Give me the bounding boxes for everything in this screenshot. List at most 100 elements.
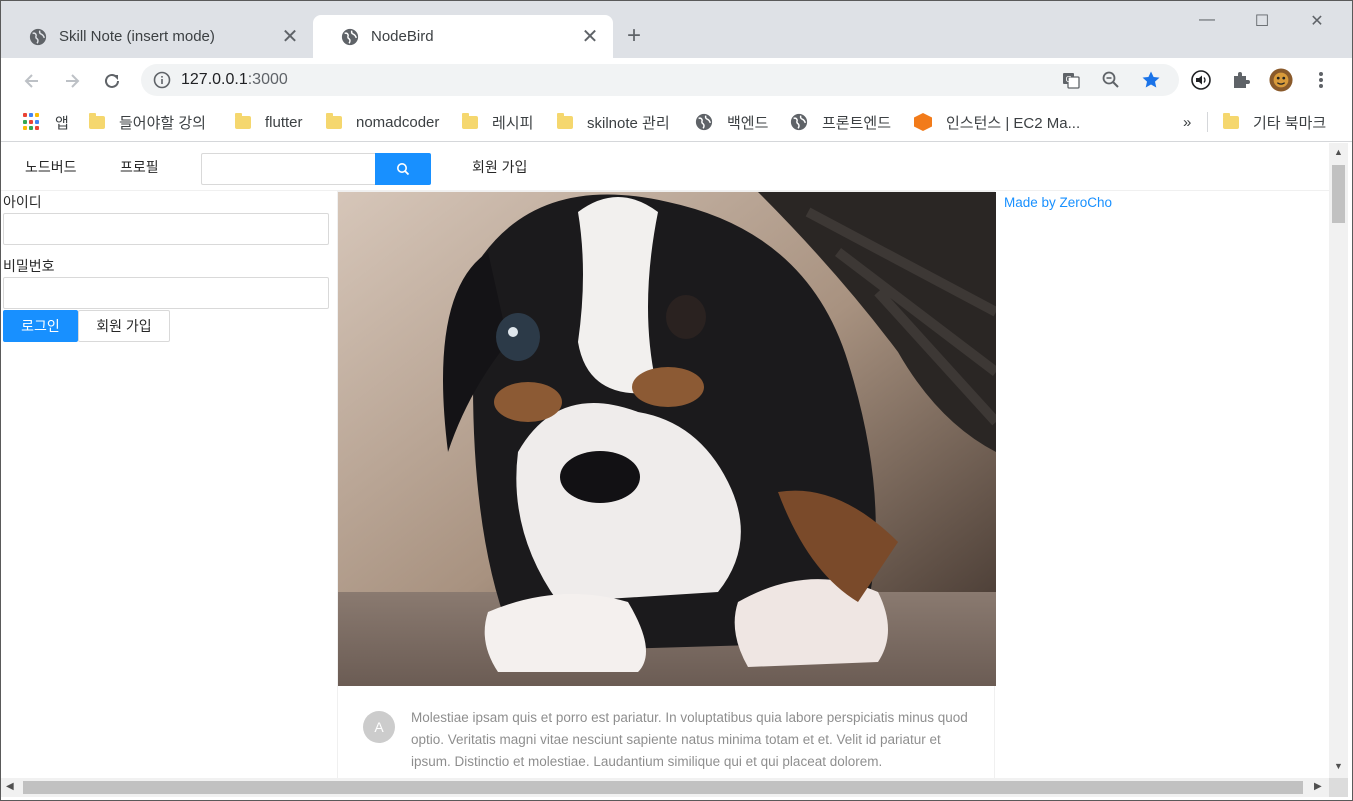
bookmark-link[interactable]: 백엔드: [695, 111, 768, 133]
forward-button[interactable]: [57, 66, 87, 96]
page-viewport: 노드버드 프로필 회원 가입 아이디 비밀번호 로그인 회원 가입 A Mole…: [1, 143, 1329, 778]
bookmarks-overflow-button[interactable]: »: [1183, 111, 1191, 133]
scroll-left-icon[interactable]: ◀: [6, 781, 14, 792]
tab-skill-note[interactable]: Skill Note (insert mode) ✕: [1, 15, 313, 58]
reload-button[interactable]: [97, 66, 127, 96]
audio-icon: [1191, 70, 1211, 90]
bookmarks-bar: 앱 들어야할 강의 flutter nomadcoder 레시피 skilnot…: [1, 102, 1352, 142]
password-label: 비밀번호: [3, 258, 55, 274]
bookmark-folder[interactable]: flutter: [235, 111, 303, 133]
close-window-button[interactable]: ✕: [1294, 11, 1340, 31]
menu-item-profile[interactable]: 프로필: [120, 157, 159, 177]
password-input[interactable]: [3, 277, 329, 309]
url-text: 127.0.0.1:3000: [181, 71, 288, 89]
search-input[interactable]: [201, 153, 375, 185]
new-tab-button[interactable]: +: [627, 23, 641, 49]
horizontal-scrollbar[interactable]: ◀ ▶: [1, 778, 1329, 797]
login-button[interactable]: 로그인: [3, 310, 78, 342]
id-input[interactable]: [3, 213, 329, 245]
menu-item-home[interactable]: 노드버드: [25, 157, 77, 177]
bookmark-label: 레시피: [492, 114, 534, 132]
folder-icon: [89, 112, 105, 129]
folder-icon: [1223, 112, 1239, 129]
post-card: A Molestiae ipsam quis et porro est pari…: [337, 191, 996, 778]
avatar: A: [363, 711, 395, 743]
folder-icon: [326, 112, 342, 129]
bookmark-star-icon[interactable]: [1141, 70, 1161, 90]
minimize-button[interactable]: —: [1184, 11, 1230, 29]
reload-icon: [105, 73, 119, 88]
puzzle-icon: [1234, 72, 1250, 88]
scroll-down-icon[interactable]: ▼: [1334, 761, 1343, 771]
zoom-icon[interactable]: [1101, 70, 1121, 90]
url-port: :3000: [247, 71, 288, 88]
bookmark-label: 앱: [55, 114, 69, 132]
bookmark-label: 인스턴스 | EC2 Ma...: [946, 114, 1081, 132]
forward-arrow-icon: [66, 74, 80, 88]
tab-title: NodeBird: [371, 28, 434, 45]
scroll-right-icon[interactable]: ▶: [1314, 781, 1322, 792]
other-bookmarks-folder[interactable]: 기타 북마크: [1223, 111, 1326, 133]
bookmark-link[interactable]: 프론트엔드: [790, 111, 891, 133]
translate-icon[interactable]: G: [1061, 70, 1081, 90]
vertical-scroll-thumb[interactable]: [1332, 165, 1345, 223]
horizontal-scroll-thumb[interactable]: [23, 781, 1303, 794]
signup-button[interactable]: 회원 가입: [78, 310, 170, 342]
puppy-photo: [338, 192, 996, 686]
site-info-icon[interactable]: [153, 71, 171, 89]
made-by-link[interactable]: Made by ZeroCho: [1004, 195, 1112, 210]
browser-window: Skill Note (insert mode) ✕ NodeBird ✕ + …: [0, 0, 1353, 801]
profile-button[interactable]: [1269, 68, 1293, 92]
bookmark-divider: [1207, 112, 1208, 132]
menu-item-signup[interactable]: 회원 가입: [472, 157, 527, 177]
folder-icon: [462, 112, 478, 129]
globe-icon: [790, 113, 808, 131]
bookmark-label: flutter: [265, 113, 303, 131]
address-bar[interactable]: 127.0.0.1:3000 G: [141, 64, 1179, 96]
post-content: Molestiae ipsam quis et porro est pariat…: [411, 710, 968, 769]
bookmark-label: 백엔드: [727, 114, 769, 132]
search-button[interactable]: [375, 153, 431, 185]
url-host: 127.0.0.1: [181, 71, 248, 88]
bookmark-apps[interactable]: 앱: [23, 111, 69, 133]
back-arrow-icon: [24, 74, 38, 88]
folder-icon: [235, 112, 251, 129]
id-label: 아이디: [3, 194, 42, 210]
svg-text:G: G: [1066, 75, 1072, 84]
browser-toolbar: 127.0.0.1:3000 G: [1, 58, 1352, 102]
close-tab-icon[interactable]: ✕: [575, 24, 605, 49]
scrollbar-corner: [1329, 778, 1348, 797]
folder-icon: [557, 112, 573, 129]
maximize-button[interactable]: ☐: [1239, 11, 1285, 31]
bookmark-label: nomadcoder: [356, 113, 440, 131]
tab-strip: Skill Note (insert mode) ✕ NodeBird ✕ + …: [1, 1, 1352, 58]
bookmark-label: 들어야할 강의: [119, 114, 206, 132]
tab-title: Skill Note (insert mode): [59, 28, 215, 45]
tab-nodebird[interactable]: NodeBird ✕: [313, 15, 613, 58]
back-button[interactable]: [17, 66, 47, 96]
bookmark-link[interactable]: 인스턴스 | EC2 Ma...: [914, 111, 1080, 133]
globe-icon: [341, 28, 359, 45]
vertical-scrollbar[interactable]: ▲ ▼: [1329, 143, 1348, 778]
scroll-up-icon[interactable]: ▲: [1334, 147, 1343, 157]
menu-button[interactable]: [1309, 68, 1333, 92]
apps-icon: [23, 113, 41, 131]
bookmark-folder[interactable]: nomadcoder: [326, 111, 439, 133]
media-control-button[interactable]: [1189, 68, 1213, 92]
aws-icon: [914, 113, 932, 131]
bookmark-folder[interactable]: 들어야할 강의: [89, 111, 206, 133]
chevron-double-right-icon: »: [1183, 113, 1192, 131]
bookmark-folder[interactable]: 레시피: [462, 111, 533, 133]
bookmark-folder[interactable]: skilnote 관리: [557, 111, 670, 133]
close-tab-icon[interactable]: ✕: [275, 24, 305, 49]
globe-icon: [29, 28, 47, 45]
extensions-button[interactable]: [1229, 68, 1253, 92]
top-menu: 노드버드 프로필 회원 가입: [1, 143, 1329, 191]
bookmark-label: 프론트엔드: [822, 114, 892, 132]
post-image[interactable]: [338, 192, 996, 686]
avatar-icon: [1269, 68, 1293, 92]
search-icon: [397, 163, 410, 176]
login-form: 아이디 비밀번호: [3, 191, 331, 319]
globe-icon: [695, 113, 713, 131]
kebab-menu-icon: [1319, 72, 1323, 88]
